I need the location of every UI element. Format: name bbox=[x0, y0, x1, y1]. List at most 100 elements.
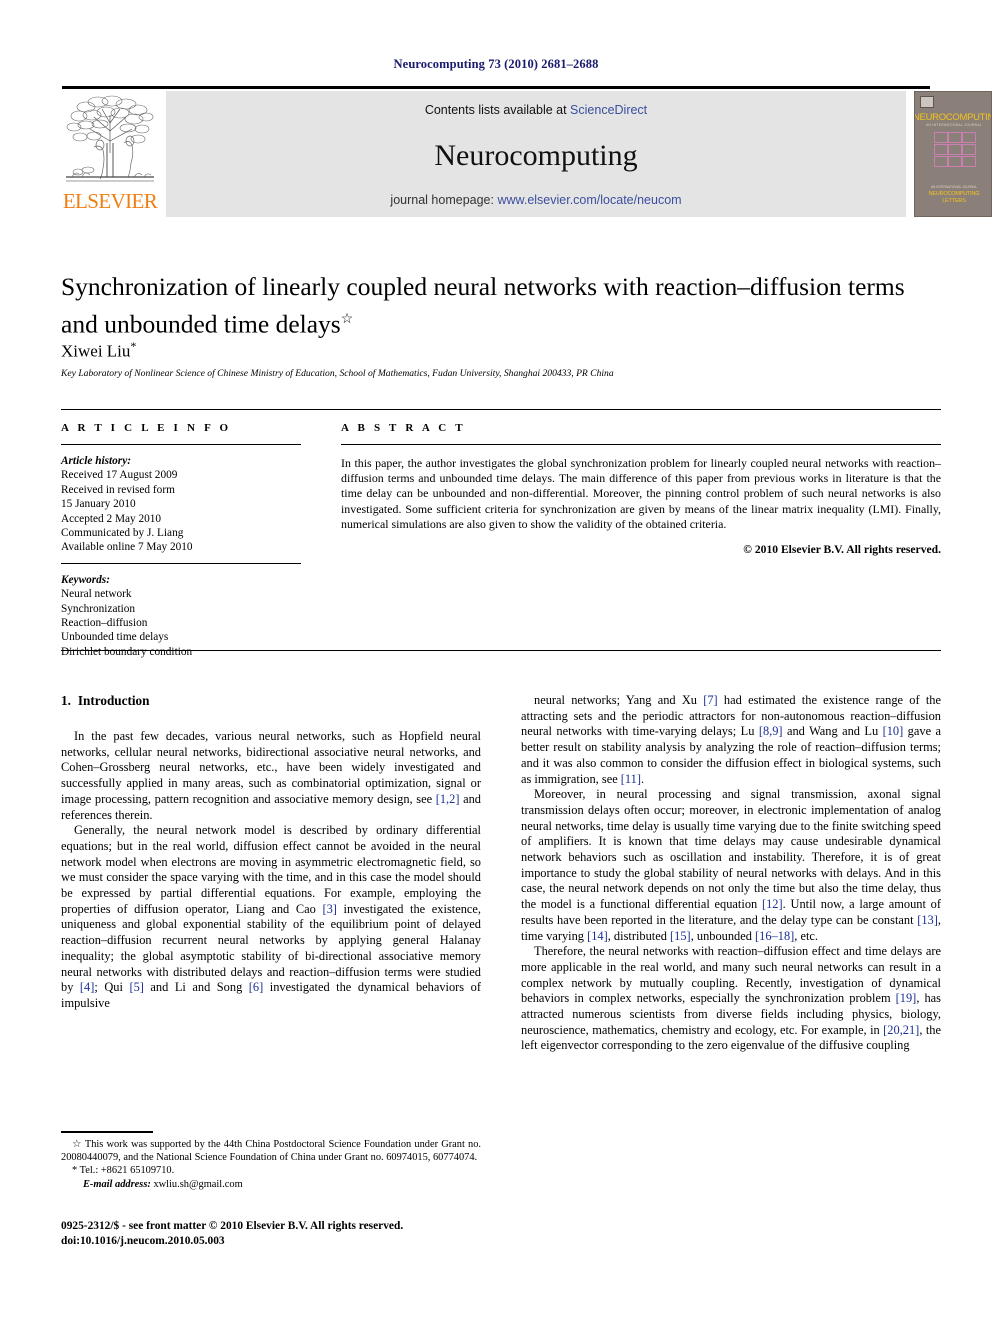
email-label: E-mail address: bbox=[83, 1178, 151, 1190]
cover-footer-line2: LETTERS bbox=[942, 198, 966, 204]
journal-homepage-link[interactable]: www.elsevier.com/locate/neucom bbox=[497, 193, 681, 207]
keywords-label: Keywords: bbox=[61, 573, 110, 586]
abstract-copyright: © 2010 Elsevier B.V. All rights reserved… bbox=[743, 543, 941, 557]
abstract-heading: A B S T R A C T bbox=[341, 422, 466, 434]
keyword-item: Dirichlet boundary condition bbox=[61, 645, 193, 658]
author-text: Xiwei Liu bbox=[61, 341, 131, 361]
author-name: Xiwei Liu* bbox=[61, 339, 136, 362]
funding-footnote-marker[interactable]: ☆ bbox=[341, 312, 354, 327]
footnotes-block: ☆ This work was supported by the 44th Ch… bbox=[61, 1138, 481, 1191]
section-title: Introduction bbox=[77, 693, 150, 708]
elsevier-tree-svg bbox=[66, 95, 154, 182]
cover-title: NEUROCOMPUTING bbox=[914, 112, 991, 123]
keyword-item: Unbounded time delays bbox=[61, 631, 169, 644]
article-info-heading: A R T I C L E I N F O bbox=[61, 422, 232, 434]
cover-grid-graphic bbox=[934, 132, 976, 167]
issn-line: 0925-2312/$ - see front matter © 2010 El… bbox=[61, 1220, 404, 1232]
paragraph-text: ; Qui bbox=[94, 980, 130, 995]
body-column-right: neural networks; Yang and Xu [7] had est… bbox=[521, 693, 941, 1054]
keyword-item: Neural network bbox=[61, 588, 132, 601]
journal-homepage-line: journal homepage: www.elsevier.com/locat… bbox=[166, 193, 906, 207]
paragraph-text: and Li and Song bbox=[143, 980, 249, 995]
paragraph-text: , distributed bbox=[607, 928, 671, 943]
article-title-text: Synchronization of linearly coupled neur… bbox=[61, 272, 905, 339]
abstract-column: A B S T R A C T In this paper, the autho… bbox=[341, 422, 941, 556]
keywords-block: Keywords: Neural network Synchronization… bbox=[61, 573, 301, 659]
funding-text: This work was supported by the 44th Chin… bbox=[61, 1139, 481, 1164]
doi-line[interactable]: doi:10.1016/j.neucom.2010.05.003 bbox=[61, 1234, 581, 1249]
citation-link[interactable]: [11] bbox=[621, 772, 641, 786]
section-heading-introduction: 1. Introduction bbox=[61, 693, 481, 709]
article-history-label: Article history: bbox=[61, 455, 131, 467]
keyword-item: Reaction–diffusion bbox=[61, 617, 148, 630]
tel-marker: * bbox=[72, 1165, 78, 1177]
citation-link[interactable]: [8,9] bbox=[759, 724, 783, 738]
citation-link[interactable]: [5] bbox=[129, 980, 143, 994]
homepage-prefix: journal homepage: bbox=[390, 193, 498, 207]
paragraph: neural networks; Yang and Xu [7] had est… bbox=[521, 693, 941, 787]
corresponding-author-marker[interactable]: * bbox=[130, 339, 136, 353]
email-address[interactable]: xwliu.sh@gmail.com bbox=[153, 1179, 242, 1190]
citation-link[interactable]: [10] bbox=[883, 724, 904, 738]
citation-link[interactable]: [14] bbox=[587, 929, 608, 943]
history-item: Communicated by J. Liang bbox=[61, 527, 184, 540]
citation-link[interactable]: [20,21] bbox=[883, 1023, 919, 1037]
history-item: Received 17 August 2009 bbox=[61, 469, 178, 482]
paper-page: Neurocomputing 73 (2010) 2681–2688 ELSEV… bbox=[0, 0, 992, 1323]
cover-footer-small: AN INTERNATIONAL JOURNAL bbox=[930, 185, 978, 189]
masthead-banner: Contents lists available at ScienceDirec… bbox=[166, 91, 906, 217]
abstract-rule bbox=[341, 444, 941, 445]
history-item: Accepted 2 May 2010 bbox=[61, 512, 162, 525]
keywords-divider-rule bbox=[61, 562, 301, 564]
journal-title: Neurocomputing bbox=[434, 139, 638, 172]
email-footnote: E-mail address: xwliu.sh@gmail.com bbox=[61, 1178, 481, 1191]
citation-link[interactable]: [15] bbox=[670, 929, 691, 943]
citation-link[interactable]: [12] bbox=[762, 897, 783, 911]
citation-link[interactable]: [4] bbox=[80, 980, 94, 994]
article-info-column: A R T I C L E I N F O Article history: R… bbox=[61, 422, 301, 659]
body-column-left: 1. Introduction In the past few decades, … bbox=[61, 693, 481, 1012]
paragraph-text: . bbox=[640, 771, 645, 786]
citation-link[interactable]: [1,2] bbox=[436, 792, 460, 806]
keyword-item: Synchronization bbox=[61, 602, 136, 615]
contents-available-line: Contents lists available at ScienceDirec… bbox=[166, 103, 906, 117]
contents-prefix: Contents lists available at bbox=[424, 103, 571, 117]
telephone-footnote: * Tel.: +8621 65109710. bbox=[61, 1164, 481, 1177]
paragraph: In the past few decades, various neural … bbox=[61, 729, 481, 823]
running-head: Neurocomputing 73 (2010) 2681–2688 bbox=[393, 57, 599, 71]
cover-publisher-badge-icon bbox=[920, 96, 934, 108]
paragraph: Therefore, the neural networks with reac… bbox=[521, 944, 941, 1054]
citation-link[interactable]: [13] bbox=[917, 913, 938, 927]
article-history-block: Article history: Received 17 August 2009… bbox=[61, 454, 301, 555]
paragraph-text: neural networks; Yang and Xu bbox=[534, 693, 704, 707]
funding-marker: ☆ bbox=[72, 1139, 82, 1150]
paragraph-text: , etc. bbox=[794, 928, 819, 943]
elsevier-logo: ELSEVIER bbox=[62, 91, 158, 217]
sciencedirect-link[interactable]: ScienceDirect bbox=[570, 103, 647, 117]
history-item: 15 January 2010 bbox=[61, 498, 136, 511]
article-info-rule bbox=[61, 444, 301, 445]
masthead-top-rule bbox=[62, 86, 930, 89]
history-item: Available online 7 May 2010 bbox=[61, 541, 193, 554]
history-item: Received in revised form bbox=[61, 483, 175, 496]
cover-subtitle: AN INTERNATIONAL JOURNAL bbox=[925, 123, 983, 127]
journal-cover-thumbnail: NEUROCOMPUTING AN INTERNATIONAL JOURNAL … bbox=[914, 91, 992, 217]
citation-link[interactable]: [7] bbox=[703, 693, 717, 707]
paragraph-text: , unbounded bbox=[690, 928, 756, 943]
citation-link[interactable]: [16–18] bbox=[755, 929, 794, 943]
citation-link[interactable]: [19] bbox=[896, 991, 917, 1005]
section-number: 1. bbox=[61, 693, 71, 708]
footnote-separator-rule bbox=[61, 1131, 153, 1133]
abstract-text: In this paper, the author investigates t… bbox=[341, 456, 941, 531]
citation-link[interactable]: [3] bbox=[322, 902, 336, 916]
cover-footer-line1: NEUROCOMPUTING bbox=[928, 191, 980, 197]
tel-text: Tel.: +8621 65109710. bbox=[79, 1165, 175, 1177]
funding-footnote: ☆ This work was supported by the 44th Ch… bbox=[61, 1138, 481, 1164]
journal-masthead: ELSEVIER Contents lists available at Sci… bbox=[62, 86, 992, 218]
author-affiliation: Key Laboratory of Nonlinear Science of C… bbox=[61, 368, 614, 379]
page-title: Synchronization of linearly coupled neur… bbox=[61, 270, 941, 341]
elsevier-tree-icon bbox=[64, 91, 156, 187]
page-footer: 0925-2312/$ - see front matter © 2010 El… bbox=[61, 1219, 581, 1249]
paragraph-text: Moreover, in neural processing and signa… bbox=[521, 787, 941, 912]
citation-link[interactable]: [6] bbox=[249, 980, 263, 994]
